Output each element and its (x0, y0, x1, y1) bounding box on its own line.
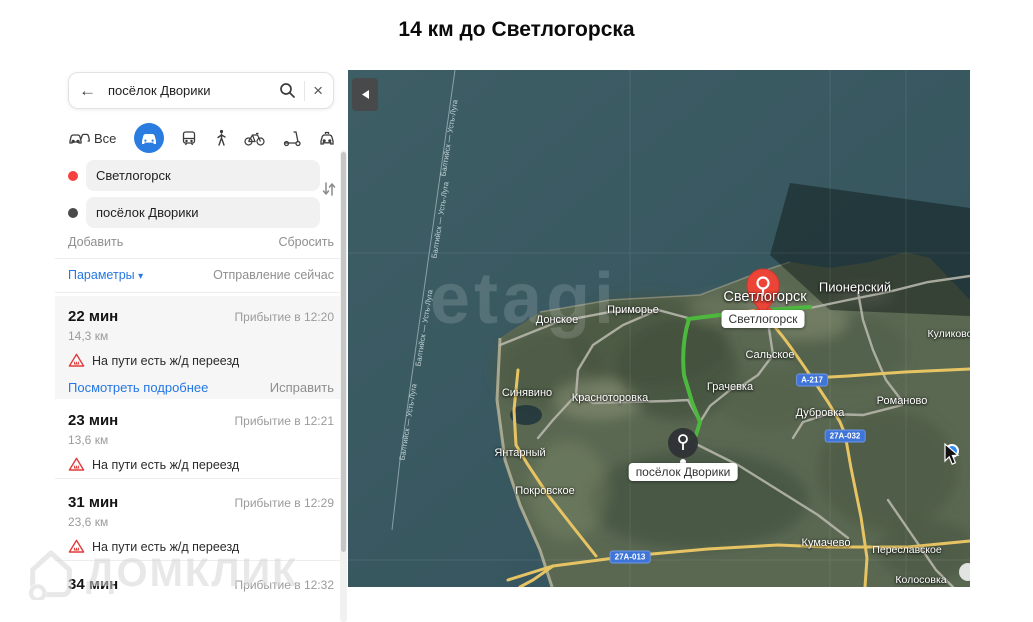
route-time: 31 мин (68, 494, 119, 511)
route-time: 34 мин (68, 576, 119, 593)
search-input[interactable]: посёлок Дворики (108, 83, 279, 98)
cars-icon (69, 133, 90, 144)
add-waypoint-button[interactable]: Добавить (68, 235, 123, 249)
reset-button[interactable]: Сбросить (278, 235, 334, 249)
route-distance: 14,3 км (68, 329, 109, 343)
railroad-warning-icon (68, 539, 85, 553)
parameters-label: Параметры (68, 268, 135, 282)
car-icon (141, 134, 156, 144)
map-base-layers (348, 70, 970, 587)
tab-bus[interactable] (181, 130, 197, 147)
triangle-left-icon (361, 90, 369, 99)
waypoint-from-dot (68, 170, 78, 181)
taxi-icon (320, 131, 334, 145)
collapse-sidebar-button[interactable] (352, 78, 378, 111)
route-option-3[interactable]: 31 мин Прибытие в 12:29 23,6 км На пути … (55, 482, 347, 559)
route-arrival: Прибытие в 12:29 (234, 496, 334, 510)
route-option-2[interactable]: 23 мин Прибытие в 12:21 13,6 км На пути … (55, 400, 347, 477)
route-distance: 13,6 км (68, 433, 109, 447)
route-distance: 23,6 км (68, 515, 109, 529)
railroad-warning-icon (68, 353, 85, 367)
routes-sidebar: ← посёлок Дворики × Все Светлогорск посё… (55, 60, 347, 622)
route-arrival: Прибытие в 12:20 (234, 310, 334, 324)
caret-down-icon: ▾ (138, 271, 144, 282)
tab-all-label: Все (94, 130, 117, 146)
route-option-1[interactable]: 22 мин Прибытие в 12:20 14,3 км На пути … (55, 296, 347, 399)
close-icon[interactable]: × (313, 82, 323, 99)
tab-car-selected[interactable] (133, 123, 164, 153)
route-time: 23 мин (68, 412, 119, 429)
view-details-link[interactable]: Посмотреть подробнее (68, 380, 208, 395)
divider (55, 258, 347, 259)
waypoint-to-dot (68, 207, 78, 218)
parameters-button[interactable]: Параметры ▾ (68, 268, 143, 282)
divider (55, 292, 347, 293)
railroad-warning-icon (68, 457, 85, 471)
swap-waypoints-icon[interactable] (321, 179, 341, 203)
departure-now-button[interactable]: Отправление сейчас (213, 268, 334, 282)
divider (55, 560, 347, 561)
pedestrian-icon (216, 129, 226, 146)
add-reset-row: Добавить Сбросить (68, 235, 334, 249)
tab-pedestrian[interactable] (215, 129, 227, 147)
route-arrival: Прибытие в 12:21 (234, 414, 334, 428)
search-icon[interactable] (279, 82, 296, 99)
sidebar-scrollbar[interactable] (340, 150, 347, 622)
waypoint-to-row: посёлок Дворики (68, 197, 320, 228)
scooter-icon (283, 130, 301, 146)
map-canvas[interactable]: etagi СветлогорскПионерскийКуликовоДонск… (348, 70, 970, 587)
route-time: 22 мин (68, 308, 119, 325)
params-row: Параметры ▾ Отправление сейчас (68, 268, 334, 282)
bus-icon (183, 130, 196, 145)
back-icon[interactable]: ← (79, 82, 96, 99)
waypoint-to-input[interactable]: посёлок Дворики (86, 197, 320, 228)
route-option-4[interactable]: 34 мин Прибытие в 12:32 (55, 564, 347, 622)
route-warning-text: На пути есть ж/д переезд (92, 353, 240, 368)
route-warning-text: На пути есть ж/д переезд (92, 457, 240, 472)
page-title: 14 км до Светлогорска (398, 18, 635, 41)
bicycle-icon (244, 132, 265, 146)
waypoint-from-input[interactable]: Светлогорск (86, 160, 320, 191)
tab-bicycle[interactable] (244, 131, 265, 146)
app-window: 14 км до Светлогорска ← посёлок Дворики … (0, 0, 1033, 622)
search-divider (304, 80, 306, 101)
search-bar[interactable]: ← посёлок Дворики × (68, 72, 334, 109)
scrollbar-thumb[interactable] (341, 152, 346, 552)
divider (55, 478, 347, 479)
route-warning-text: На пути есть ж/д переезд (92, 539, 240, 554)
tab-taxi[interactable] (318, 131, 336, 146)
transport-tabs: Все (68, 122, 336, 154)
fix-route-link[interactable]: Исправить (270, 380, 334, 395)
traffic-yellow-segment (736, 309, 758, 315)
waypoint-from-row: Светлогорск (68, 160, 320, 191)
tab-scooter[interactable] (283, 130, 301, 147)
route-arrival: Прибытие в 12:32 (234, 578, 334, 592)
tab-all-modes[interactable]: Все (68, 130, 116, 146)
